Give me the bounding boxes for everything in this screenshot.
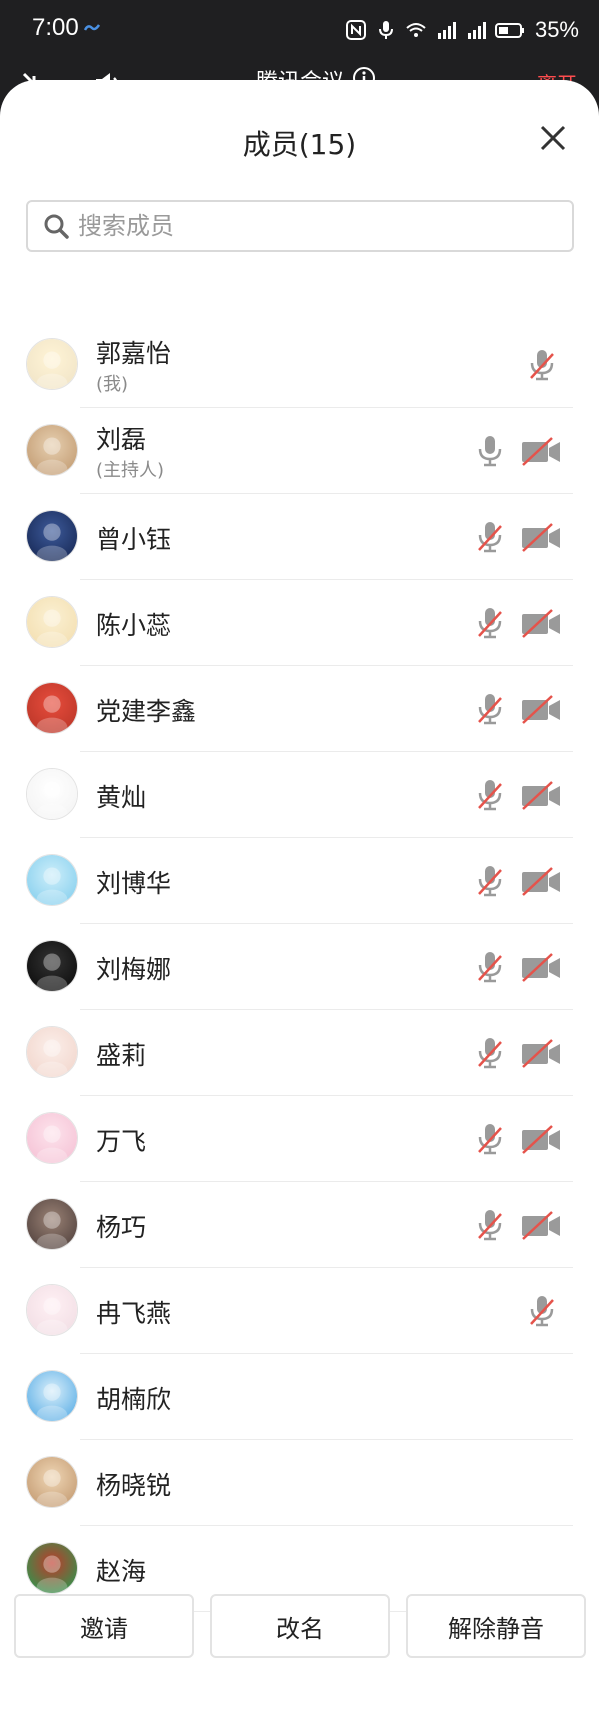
- member-name: 刘博华: [96, 869, 172, 898]
- member-name: 冉飞燕: [96, 1299, 172, 1328]
- panel-header: 成员(15): [0, 80, 599, 192]
- member-name: 郭嘉怡: [96, 339, 172, 368]
- search-icon: [44, 214, 69, 239]
- member-avatar: [26, 1198, 78, 1250]
- camera-off-icon[interactable]: [520, 779, 562, 811]
- member-row[interactable]: 刘梅娜: [0, 924, 599, 1010]
- nfc-icon: [345, 20, 366, 40]
- member-row[interactable]: 万飞: [0, 1096, 599, 1182]
- member-name: 万飞: [96, 1127, 147, 1156]
- member-avatar: [26, 1112, 78, 1164]
- status-bar: 7:00 35%: [0, 0, 599, 60]
- member-avatar: [26, 510, 78, 562]
- mic-icon[interactable]: [474, 434, 506, 468]
- battery-icon: [494, 23, 524, 38]
- search-box[interactable]: [26, 200, 574, 252]
- member-name: 黄灿: [96, 783, 147, 812]
- wifi-icon: [406, 23, 426, 37]
- close-icon[interactable]: [539, 124, 567, 152]
- mic-muted-icon[interactable]: [474, 1208, 506, 1242]
- mic-muted-icon[interactable]: [526, 348, 558, 382]
- camera-off-icon[interactable]: [520, 865, 562, 897]
- member-name: 曾小钰: [96, 525, 172, 554]
- signal-4g-icon: [467, 22, 486, 39]
- member-avatar: [26, 1026, 78, 1078]
- member-avatar: [26, 1370, 78, 1422]
- mic-muted-icon[interactable]: [474, 692, 506, 726]
- member-list: 郭嘉怡 (我) 刘磊 (主持人) 曾小钰陈小蕊党建李鑫黄灿刘博华刘梅娜盛莉万飞杨巧冉飞燕…: [0, 322, 599, 1612]
- member-avatar: [26, 424, 78, 476]
- mic-muted-icon[interactable]: [526, 1294, 558, 1328]
- member-avatar: [26, 682, 78, 734]
- rename-button[interactable]: 改名: [210, 1594, 390, 1658]
- member-avatar: [26, 1456, 78, 1508]
- member-row[interactable]: 刘博华: [0, 838, 599, 924]
- member-name: 党建李鑫: [96, 697, 197, 726]
- search-input[interactable]: [76, 211, 540, 241]
- member-row[interactable]: 郭嘉怡 (我): [0, 322, 599, 408]
- member-avatar: [26, 940, 78, 992]
- member-row[interactable]: 刘磊 (主持人): [0, 408, 599, 494]
- member-row[interactable]: 杨晓锐: [0, 1440, 599, 1526]
- camera-off-icon[interactable]: [520, 521, 562, 553]
- status-time: 7:00: [32, 14, 79, 41]
- camera-off-icon[interactable]: [520, 1209, 562, 1241]
- member-row[interactable]: 杨巧: [0, 1182, 599, 1268]
- member-row[interactable]: 盛莉: [0, 1010, 599, 1096]
- member-row[interactable]: 曾小钰: [0, 494, 599, 580]
- mic-muted-icon[interactable]: [474, 606, 506, 640]
- footer-actions: 邀请 改名 解除静音: [0, 1594, 599, 1674]
- mic-muted-icon[interactable]: [474, 778, 506, 812]
- invite-button[interactable]: 邀请: [14, 1594, 194, 1658]
- member-name: 杨晓锐: [96, 1471, 172, 1500]
- status-icons: 35%: [345, 12, 579, 48]
- member-avatar: [26, 1542, 78, 1594]
- camera-off-icon[interactable]: [520, 1123, 562, 1155]
- member-name: 盛莉: [96, 1041, 147, 1070]
- member-avatar: [26, 596, 78, 648]
- mic-muted-icon[interactable]: [474, 520, 506, 554]
- member-name: 刘磊: [96, 425, 147, 454]
- mic-muted-icon[interactable]: [474, 864, 506, 898]
- member-row[interactable]: 陈小蕊: [0, 580, 599, 666]
- member-avatar: [26, 854, 78, 906]
- member-row[interactable]: 党建李鑫: [0, 666, 599, 752]
- member-name: 陈小蕊: [96, 611, 172, 640]
- member-role: (主持人): [96, 460, 165, 481]
- camera-off-icon[interactable]: [520, 607, 562, 639]
- signal-4g-icon: [437, 22, 456, 39]
- camera-off-icon[interactable]: [520, 435, 562, 467]
- member-row[interactable]: 冉飞燕: [0, 1268, 599, 1354]
- camera-off-icon[interactable]: [520, 951, 562, 983]
- battery-percent: 35%: [534, 17, 579, 42]
- mic-status-icon: [378, 21, 393, 39]
- panel-title: 成员(15): [242, 128, 357, 161]
- member-row[interactable]: 胡楠欣: [0, 1354, 599, 1440]
- cloud-sync-icon: [84, 24, 100, 31]
- mic-muted-icon[interactable]: [474, 1122, 506, 1156]
- member-role: (我): [96, 374, 129, 395]
- member-row[interactable]: 黄灿: [0, 752, 599, 838]
- member-avatar: [26, 768, 78, 820]
- mic-muted-icon[interactable]: [474, 950, 506, 984]
- camera-off-icon[interactable]: [520, 1037, 562, 1069]
- members-panel: 成员(15) 郭嘉怡 (我) 刘磊 (主持人) 曾小钰陈小蕊党建李鑫黄灿刘博华刘梅娜盛莉…: [0, 80, 599, 1724]
- mic-muted-icon[interactable]: [474, 1036, 506, 1070]
- member-avatar: [26, 338, 78, 390]
- unmute-button[interactable]: 解除静音: [406, 1594, 586, 1658]
- camera-off-icon[interactable]: [520, 693, 562, 725]
- member-name: 刘梅娜: [96, 955, 172, 984]
- member-name: 杨巧: [96, 1213, 147, 1242]
- member-name: 胡楠欣: [96, 1385, 172, 1414]
- member-name: 赵海: [96, 1557, 147, 1586]
- member-avatar: [26, 1284, 78, 1336]
